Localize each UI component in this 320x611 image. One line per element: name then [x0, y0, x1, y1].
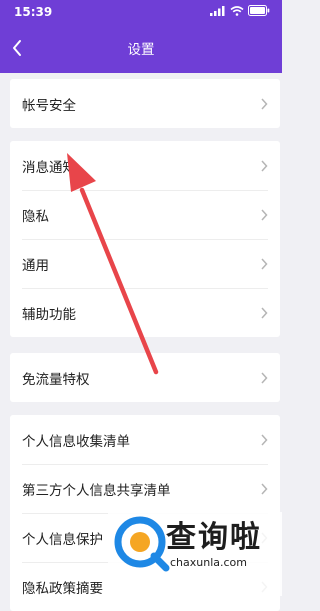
- setting-item-label: 隐私政策摘要: [22, 580, 103, 597]
- chevron-right-icon: [261, 307, 268, 319]
- setting-item-label: 第三方个人信息共享清单: [22, 482, 171, 499]
- status-bar: 15:39: [0, 0, 282, 24]
- status-icons: [210, 5, 270, 16]
- watermark-brand-cn: 查询啦: [166, 520, 262, 555]
- wifi-icon: [230, 5, 244, 16]
- settings-group-account: 帐号安全: [10, 79, 280, 128]
- nav-bar: 设置: [0, 30, 282, 66]
- setting-item-label: 个人信息保护: [22, 531, 103, 548]
- setting-item-general[interactable]: 通用: [10, 239, 280, 288]
- setting-item-label: 免流量特权: [22, 371, 90, 388]
- signal-icon: [210, 5, 225, 16]
- setting-item-label: 帐号安全: [22, 97, 76, 114]
- watermark-brand-en: chaxunla.com: [170, 556, 247, 569]
- setting-item-third-party-sharing-list[interactable]: 第三方个人信息共享清单: [10, 464, 280, 513]
- setting-item-account-security[interactable]: 帐号安全: [10, 79, 280, 128]
- status-time: 15:39: [14, 5, 53, 19]
- setting-item-label: 个人信息收集清单: [22, 433, 130, 450]
- brand-logo-icon: [114, 516, 170, 572]
- setting-item-label: 消息通知: [22, 159, 76, 176]
- setting-item-accessibility[interactable]: 辅助功能: [10, 288, 280, 337]
- settings-group-general: 消息通知 隐私 通用 辅助功能: [10, 141, 280, 337]
- chevron-right-icon: [261, 160, 268, 172]
- page-title: 设置: [127, 42, 155, 58]
- chevron-right-icon: [261, 434, 268, 446]
- settings-group-data: 免流量特权: [10, 353, 280, 402]
- setting-item-info-collection-list[interactable]: 个人信息收集清单: [10, 415, 280, 464]
- chevron-right-icon: [261, 98, 268, 110]
- chevron-right-icon: [261, 483, 268, 495]
- setting-item-free-data[interactable]: 免流量特权: [10, 353, 280, 402]
- setting-item-privacy[interactable]: 隐私: [10, 190, 280, 239]
- chevron-right-icon: [261, 209, 268, 221]
- chevron-right-icon: [261, 258, 268, 270]
- setting-item-label: 隐私: [22, 208, 49, 225]
- setting-item-label: 通用: [22, 257, 49, 274]
- app-header: 15:39 设置: [0, 0, 282, 73]
- setting-item-label: 辅助功能: [22, 306, 76, 323]
- battery-icon: [248, 5, 270, 16]
- chevron-right-icon: [261, 372, 268, 384]
- watermark: 查询啦 chaxunla.com: [108, 512, 282, 596]
- setting-item-notifications[interactable]: 消息通知: [10, 141, 280, 190]
